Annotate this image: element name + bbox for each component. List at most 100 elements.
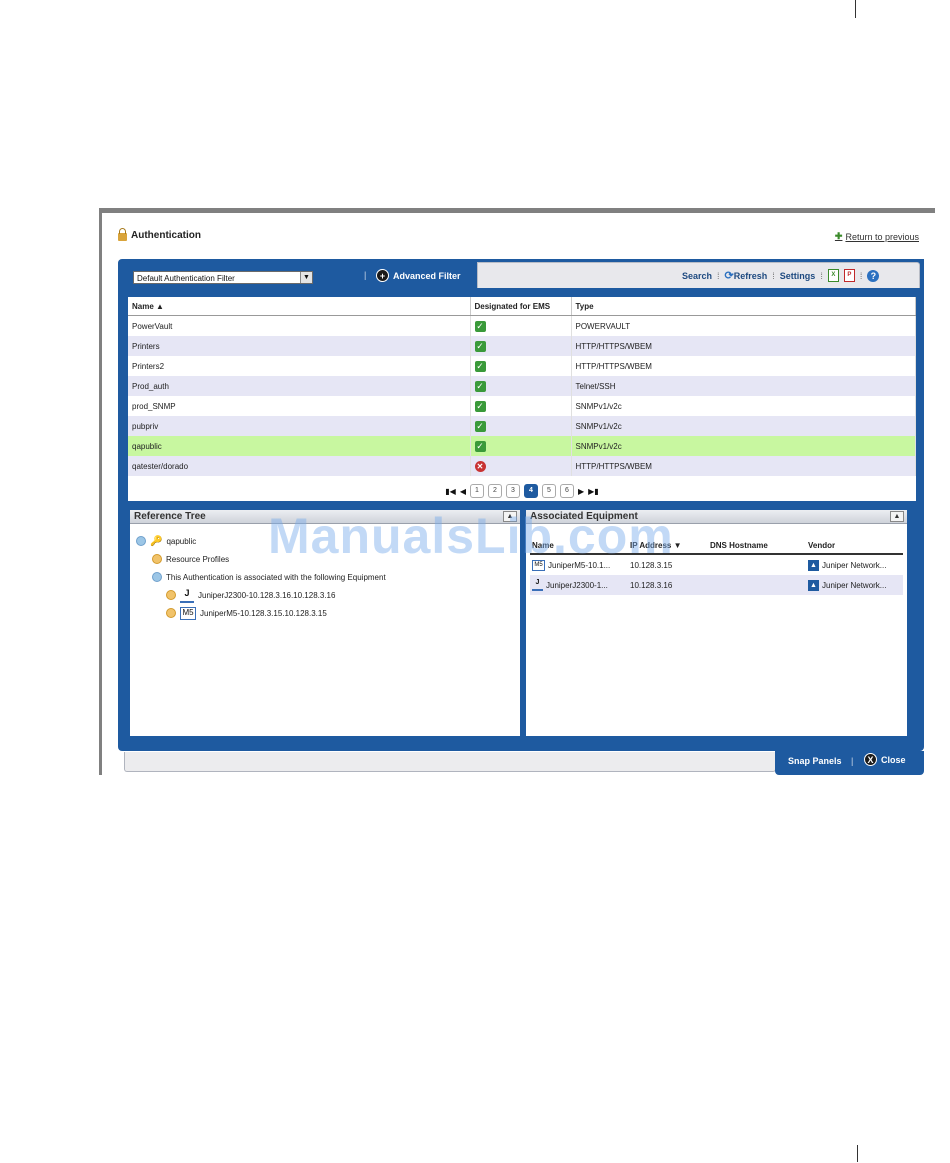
tree-node-root[interactable]: 🔑 qapublic: [136, 532, 520, 550]
last-page-icon[interactable]: ▶▮: [588, 487, 599, 496]
window-title: Authentication: [118, 228, 201, 241]
advanced-filter-label: Advanced Filter: [393, 270, 461, 281]
check-icon: ✓: [474, 400, 486, 412]
page-button[interactable]: 5: [542, 484, 556, 498]
first-page-icon[interactable]: ▮◀: [445, 487, 456, 496]
cell-name: prod_SNMP: [128, 396, 471, 416]
advanced-filter-button[interactable]: + Advanced Filter: [376, 269, 461, 282]
lock-icon: [118, 228, 127, 241]
next-page-icon[interactable]: ▶: [578, 487, 584, 496]
help-icon[interactable]: ?: [867, 269, 880, 282]
filter-select[interactable]: Default Authentication Filter ▼: [133, 271, 313, 284]
page-button[interactable]: 3: [506, 484, 520, 498]
close-label: Close: [881, 754, 906, 765]
cell-vendor: ▲ Juniper Network...: [808, 579, 903, 591]
juniper-logo-icon: ▲: [808, 559, 819, 571]
cell-ip: 10.128.3.16: [630, 580, 673, 590]
page-rule-top: [855, 0, 856, 18]
juniper-m5-device-icon: M5: [180, 606, 196, 620]
collapse-icon[interactable]: ▲: [503, 511, 517, 522]
column-header-dns[interactable]: DNS Hostname: [710, 541, 808, 550]
juniper-logo-icon: ▲: [808, 579, 819, 591]
return-label[interactable]: Return to previous: [845, 232, 919, 242]
excel-export-icon[interactable]: X: [827, 269, 839, 282]
table-row[interactable]: pubpriv ✓ SNMPv1/v2c: [128, 416, 916, 436]
cell-vendor-text: Juniper Network...: [822, 560, 887, 570]
cell-vendor-text: Juniper Network...: [822, 580, 887, 590]
cell-name: pubpriv: [128, 416, 471, 436]
page-button[interactable]: 1: [470, 484, 484, 498]
divider: ⁞: [859, 270, 863, 281]
snap-panels-button[interactable]: Snap Panels: [788, 756, 842, 766]
authentication-table: Name ▲ Designated for EMS Type PowerVaul…: [128, 297, 916, 476]
juniper-j-device-icon: J: [532, 579, 543, 591]
table-row-selected[interactable]: qapublic ✓ SNMPv1/v2c: [128, 436, 916, 456]
page-button[interactable]: 2: [488, 484, 502, 498]
column-header-name[interactable]: Name ▲: [128, 297, 471, 316]
table-row[interactable]: M5 JuniperM5-10.1... 10.128.3.15 ▲ Juniper…: [530, 555, 903, 575]
tree-node-label: Resource Profiles: [166, 554, 230, 564]
authentication-window: Authentication ✚ Return to previous Defa…: [99, 208, 935, 775]
collapse-node-icon[interactable]: [136, 536, 146, 546]
pdf-export-icon[interactable]: P: [843, 269, 855, 282]
table-row[interactable]: PowerVault ✓ POWERVAULT: [128, 315, 916, 336]
close-icon: X: [864, 753, 877, 766]
collapse-node-icon[interactable]: [152, 572, 162, 582]
return-link[interactable]: ✚ Return to previous: [835, 231, 919, 242]
column-header-vendor[interactable]: Vendor: [808, 541, 903, 550]
tree-node-device[interactable]: J JuniperJ2300-10.128.3.16.10.128.3.16: [136, 586, 520, 604]
refresh-button[interactable]: ⟳Refresh: [725, 269, 768, 282]
cell-type: HTTP/HTTPS/WBEM: [571, 356, 916, 376]
tree-node-device[interactable]: M5 JuniperM5-10.128.3.15.10.128.3.15: [136, 604, 520, 622]
cell-name: J JuniperJ2300-1...: [530, 579, 630, 591]
check-icon: ✓: [474, 340, 486, 352]
column-header-name[interactable]: Name: [530, 541, 630, 550]
check-icon: ✓: [474, 440, 486, 452]
cell-name-text: JuniperJ2300-1...: [546, 580, 608, 590]
table-row[interactable]: Printers ✓ HTTP/HTTPS/WBEM: [128, 336, 916, 356]
page-button-current[interactable]: 4: [524, 484, 538, 498]
cell-name: qatester/dorado: [128, 456, 471, 476]
tree: 🔑 qapublic Resource Profiles This Authen…: [130, 524, 520, 622]
panel-header: Associated Equipment ▲: [526, 510, 907, 524]
refresh-icon: ⟳: [724, 270, 734, 282]
window-title-text: Authentication: [131, 230, 201, 241]
table-row[interactable]: prod_SNMP ✓ SNMPv1/v2c: [128, 396, 916, 416]
cell-name: PowerVault: [128, 315, 471, 336]
column-header-ems[interactable]: Designated for EMS: [470, 297, 572, 316]
cell-name: Prod_auth: [128, 376, 471, 396]
check-icon: ✓: [474, 380, 486, 392]
prev-page-icon[interactable]: ◀: [460, 487, 466, 496]
table-row[interactable]: Prod_auth ✓ Telnet/SSH: [128, 376, 916, 396]
search-button[interactable]: Search: [682, 271, 712, 281]
cell-type: POWERVAULT: [571, 315, 916, 336]
close-button[interactable]: X Close: [864, 753, 906, 766]
column-header-ip[interactable]: IP Address ▼: [630, 541, 710, 550]
table-row[interactable]: J JuniperJ2300-1... 10.128.3.16 ▲ Juniper …: [530, 575, 903, 595]
cell-name: qapublic: [128, 436, 471, 456]
divider: |: [364, 270, 367, 280]
equipment-header-row: Name IP Address ▼ DNS Hostname Vendor: [530, 537, 903, 555]
table-row[interactable]: qatester/dorado ✕ HTTP/HTTPS/WBEM: [128, 456, 916, 476]
column-header-type[interactable]: Type: [571, 297, 916, 316]
chevron-down-icon[interactable]: ▼: [300, 272, 312, 283]
check-icon: ✓: [474, 320, 486, 332]
divider: |: [851, 756, 854, 766]
collapse-icon[interactable]: ▲: [890, 511, 904, 522]
pagination: ▮◀ ◀ 1 2 3 4 5 6 ▶ ▶▮: [128, 481, 916, 501]
page-button[interactable]: 6: [560, 484, 574, 498]
cell-name: M5 JuniperM5-10.1...: [530, 559, 630, 571]
node-icon: [166, 590, 176, 600]
cell-type: HTTP/HTTPS/WBEM: [571, 456, 916, 476]
cell-type: SNMPv1/v2c: [571, 436, 916, 456]
key-icon: 🔑: [150, 535, 163, 547]
tree-node-resource-profiles[interactable]: Resource Profiles: [136, 550, 520, 568]
node-icon: [166, 608, 176, 618]
cell-name: Printers2: [128, 356, 471, 376]
panel-header: Reference Tree ▲: [130, 510, 520, 524]
tree-node-associated[interactable]: This Authentication is associated with t…: [136, 568, 520, 586]
tree-node-label: This Authentication is associated with t…: [166, 572, 386, 582]
table-row[interactable]: Printers2 ✓ HTTP/HTTPS/WBEM: [128, 356, 916, 376]
settings-button[interactable]: Settings: [780, 271, 816, 281]
cell-name-text: JuniperM5-10.1...: [548, 560, 611, 570]
